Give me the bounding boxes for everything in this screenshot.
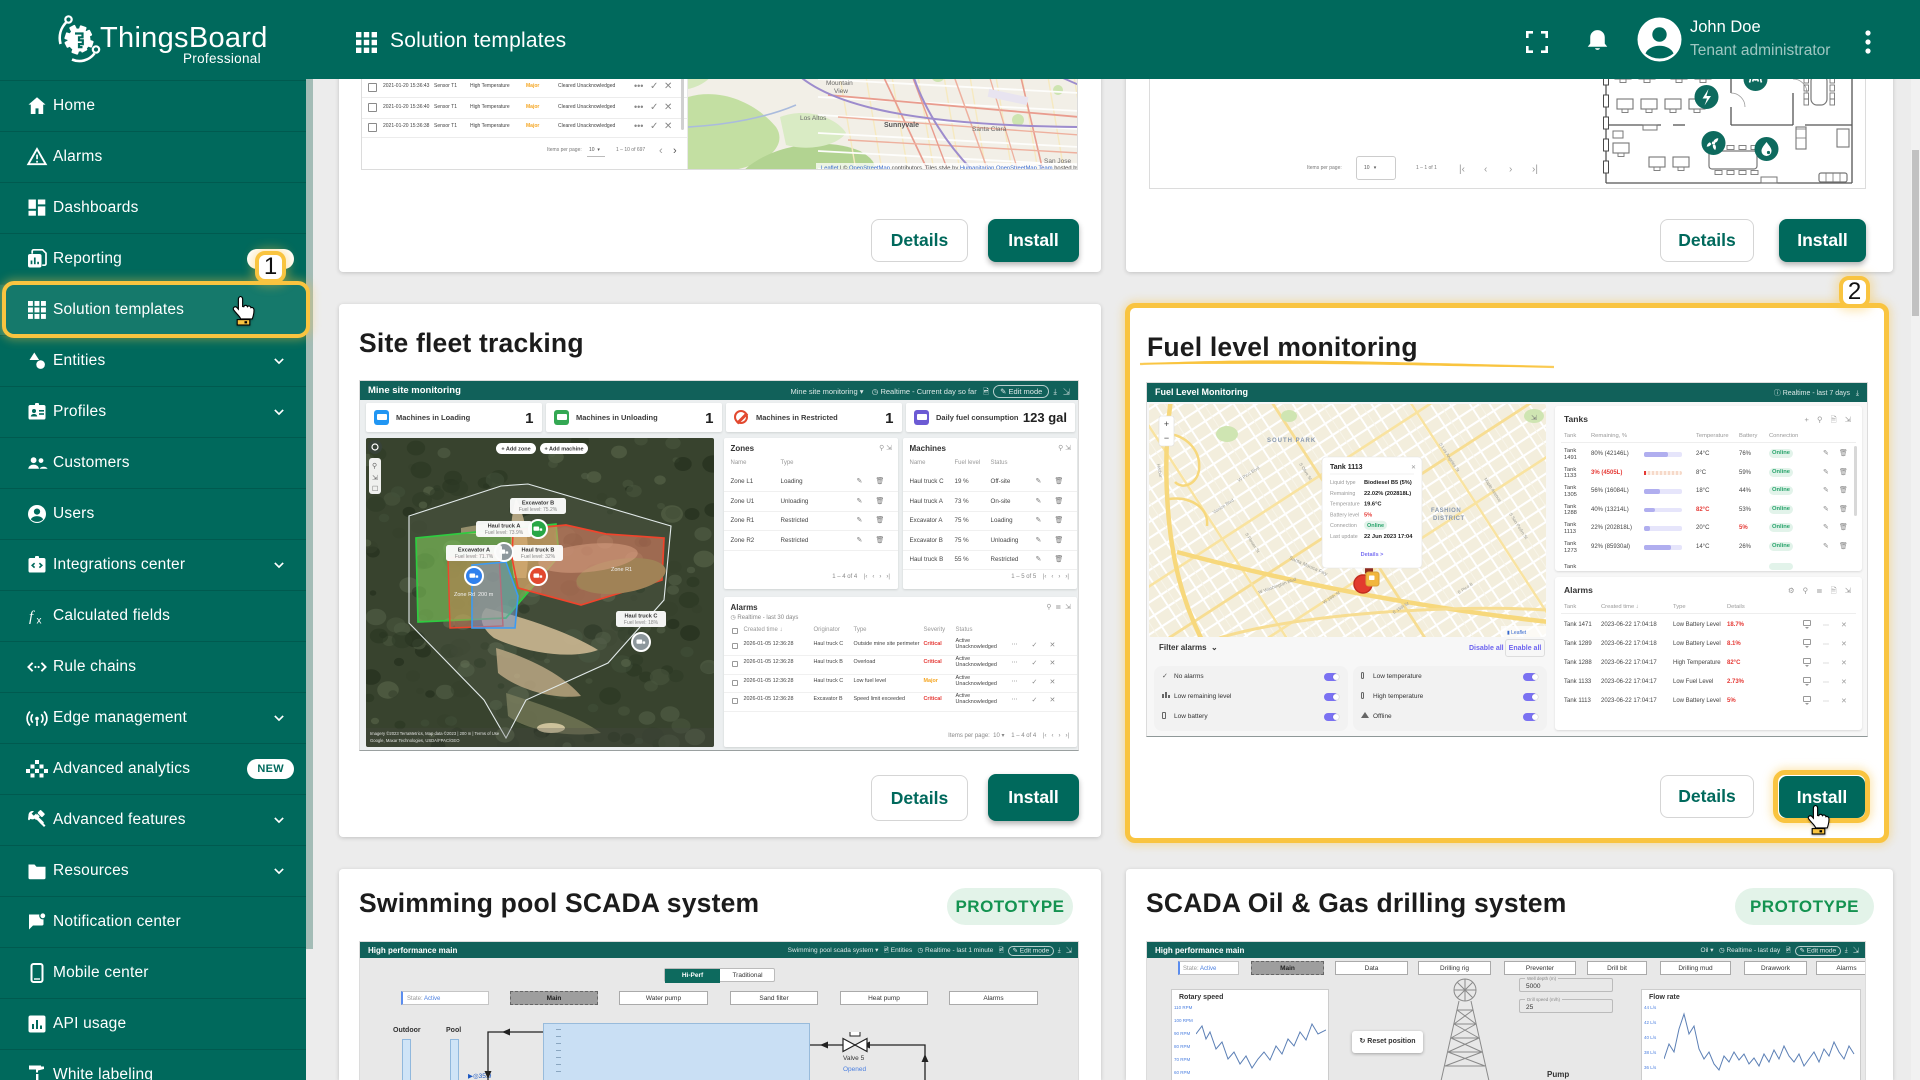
svg-text:Fuel level: 71.7%: Fuel level: 71.7%: [455, 554, 494, 560]
svg-text:Imagery ©2023 TerraMetrics, Ma: Imagery ©2023 TerraMetrics, Map data ©20…: [370, 731, 500, 736]
svg-text:Excavator A: Excavator A: [458, 548, 490, 554]
svg-text:Zone R1: Zone R1: [611, 567, 632, 573]
svg-text:⚲: ⚲: [372, 462, 377, 470]
svg-text:⇲: ⇲: [372, 474, 378, 482]
svg-text:x: x: [37, 616, 42, 627]
svg-text:Los Altos: Los Altos: [800, 115, 827, 122]
svg-text:Leaflet | © OpenStreetMap cont: Leaflet | © OpenStreetMap contributors, …: [821, 165, 1078, 171]
svg-text:Haul truck C: Haul truck C: [625, 614, 658, 620]
svg-text:+ Add zone: + Add zone: [501, 447, 530, 453]
svg-text:Fuel level: 73.9%: Fuel level: 73.9%: [485, 530, 524, 536]
svg-text:☐: ☐: [372, 485, 378, 493]
svg-text:Santa Clara: Santa Clara: [972, 126, 1007, 133]
svg-text:f: f: [29, 609, 35, 625]
svg-text:Haul truck B: Haul truck B: [522, 548, 555, 554]
svg-text:Fuel level: 18%: Fuel level: 18%: [624, 620, 659, 626]
svg-text:Fuel level: 75.2%: Fuel level: 75.2%: [519, 507, 558, 513]
svg-text:Haul truck A: Haul truck A: [488, 524, 521, 530]
svg-text:200 m: 200 m: [478, 592, 494, 598]
svg-text:Sunnyvale: Sunnyvale: [884, 122, 919, 129]
svg-text:+ Add machine: + Add machine: [544, 447, 583, 453]
svg-text:View: View: [834, 88, 848, 95]
svg-text:Zone Rd: Zone Rd: [454, 592, 475, 598]
svg-text:Google, Maxar Technologies, US: Google, Maxar Technologies, USDA/FPAC/GE…: [370, 738, 460, 743]
svg-text:Excavator B: Excavator B: [522, 501, 554, 507]
svg-text:Fuel level: 32%: Fuel level: 32%: [521, 554, 556, 560]
svg-text:Mountain: Mountain: [826, 80, 853, 87]
